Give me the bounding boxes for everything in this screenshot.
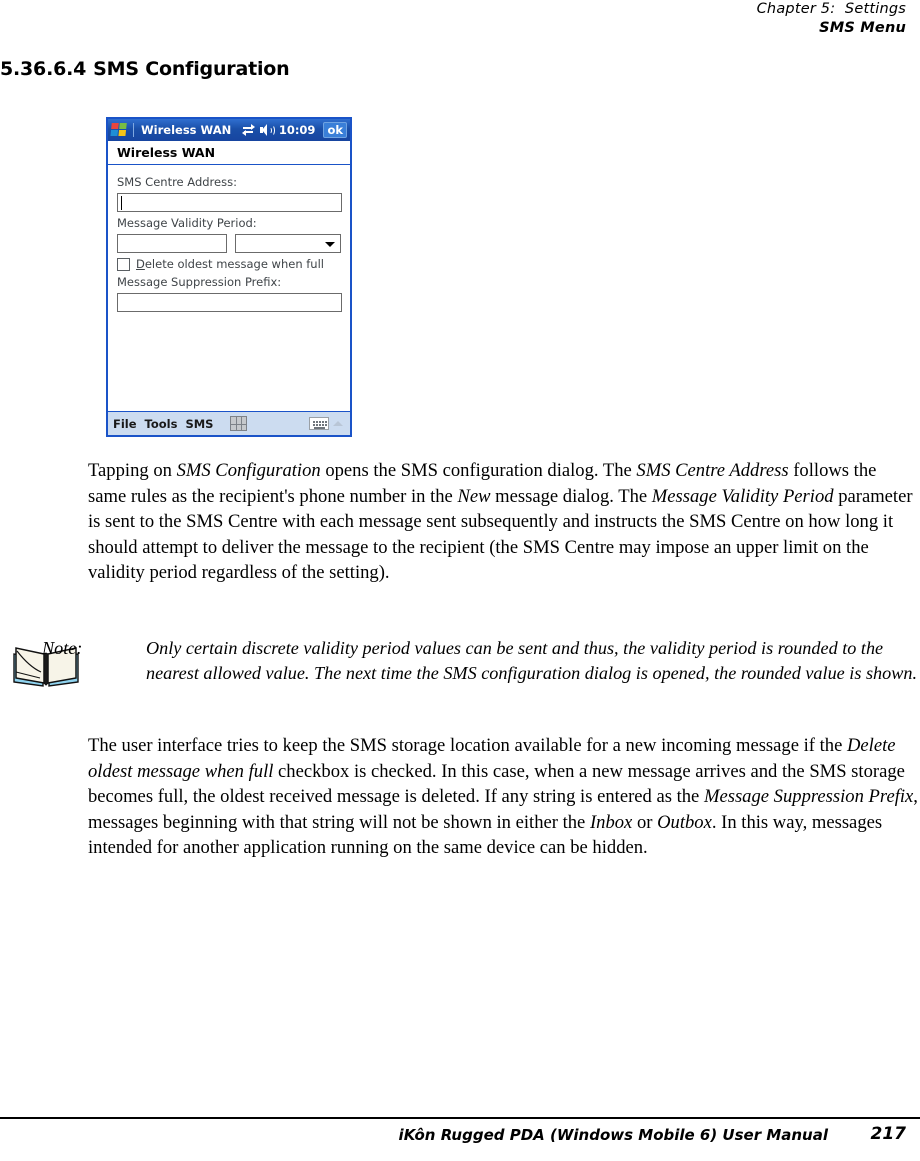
section-number: 5.36.6.4 (0, 58, 87, 80)
running-header: Chapter 5: Settings SMS Menu (406, 0, 906, 38)
header-section-line: SMS Menu (819, 20, 906, 36)
p1-emph-1: SMS Configuration (176, 460, 321, 481)
menu-item-sms[interactable]: SMS (185, 417, 213, 431)
note-label: Note: (42, 638, 83, 658)
p1-run-a: Tapping on (88, 460, 177, 481)
note-text: Note: Only certain discrete validity peri… (42, 636, 920, 686)
windows-flag-icon[interactable] (110, 122, 129, 138)
sms-centre-address-input[interactable] (117, 193, 342, 212)
p1-emph-2: SMS Centre Address (636, 460, 789, 481)
sip-selector-arrow-icon[interactable] (333, 421, 343, 426)
sms-centre-address-label: SMS Centre Address: (117, 175, 237, 189)
footer-manual-title: iKôn Rugged PDA (Windows Mobile 6) User … (398, 1126, 828, 1144)
pda-app-title: Wireless WAN (133, 123, 231, 137)
paragraph-1: Tapping on SMS Configuration opens the S… (88, 458, 918, 586)
p2-run-d: or (632, 811, 658, 833)
grid-icon[interactable] (230, 416, 248, 431)
taskbar-menu: File Tools SMS (113, 417, 213, 431)
ok-button[interactable]: ok (323, 122, 347, 138)
p1-emph-3: New (457, 485, 491, 507)
page-title: 5.36.6.4 SMS Configuration (0, 58, 290, 80)
footer-page-number: 217 (870, 1124, 907, 1144)
pda-taskbar: File Tools SMS (108, 411, 350, 435)
delete-oldest-checkbox[interactable] (117, 257, 130, 271)
menu-item-file[interactable]: File (113, 417, 137, 431)
accelerator-letter: D (136, 257, 145, 271)
p1-run-b: opens the SMS configuration dialog. The (320, 460, 637, 481)
connectivity-icon[interactable] (241, 124, 255, 136)
message-validity-row (117, 234, 341, 253)
text-caret (121, 196, 122, 210)
speaker-icon[interactable] (259, 124, 275, 136)
p2-run-a: The user interface tries to keep the SMS… (88, 735, 847, 756)
menu-item-tools[interactable]: Tools (145, 417, 178, 431)
page-footer: iKôn Rugged PDA (Windows Mobile 6) User … (0, 1124, 920, 1152)
message-validity-unit-dropdown[interactable] (235, 234, 341, 253)
p2-emph-4: Outbox (657, 811, 712, 833)
section-title: SMS Configuration (93, 58, 290, 80)
chevron-down-icon (325, 242, 335, 247)
note-block: Note: Only certain discrete validity peri… (6, 636, 918, 716)
title-bar-status-icons: 10:09 ok (241, 122, 347, 138)
message-suppression-prefix-label: Message Suppression Prefix: (117, 275, 282, 289)
clock-time[interactable]: 10:09 (279, 123, 316, 137)
keyboard-icon[interactable] (309, 417, 329, 430)
pda-screenshot-figure: Wireless WAN 10:09 ok Wireless WAN SMS C… (106, 117, 352, 437)
message-validity-value-input[interactable] (117, 234, 228, 253)
message-suppression-prefix-input[interactable] (117, 293, 342, 312)
note-body: Only certain discrete validity period va… (146, 638, 917, 684)
pda-dialog-body: SMS Centre Address: Message Validity Per… (108, 165, 350, 411)
p2-emph-3: Inbox (589, 811, 633, 833)
paragraph-2: The user interface tries to keep the SMS… (88, 733, 918, 861)
footer-divider (0, 1117, 920, 1119)
p1-emph-4: Message Validity Period (651, 485, 834, 507)
message-validity-period-label: Message Validity Period: (117, 216, 257, 230)
header-chapter-line: Chapter 5: Settings (756, 1, 906, 17)
pda-title-bar: Wireless WAN 10:09 ok (108, 119, 350, 141)
p1-run-d: message dialog. The (490, 485, 652, 507)
pda-page-header: Wireless WAN (108, 141, 350, 165)
delete-oldest-checkbox-label: Delete oldest message when full (136, 257, 324, 271)
delete-oldest-label-rest: elete oldest message when full (144, 257, 324, 271)
delete-oldest-checkbox-row[interactable]: Delete oldest message when full (117, 257, 341, 271)
p2-emph-2: Message Suppression Prefix (703, 786, 914, 808)
